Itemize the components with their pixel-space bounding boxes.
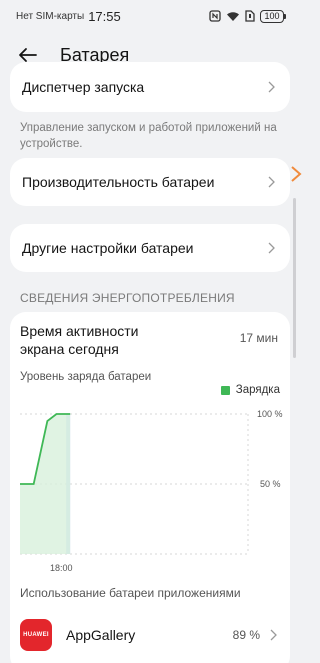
launch-manager-note: Управление запуском и работой приложений… bbox=[20, 122, 277, 150]
battery-level-label: Уровень заряда батареи bbox=[20, 371, 152, 383]
consumption-card: Время активности экрана сегодня 17 мин У… bbox=[10, 312, 290, 663]
scrollbar[interactable] bbox=[293, 198, 296, 358]
battery-performance-label: Производительность батареи bbox=[22, 174, 215, 190]
app-row-appgallery[interactable]: HUAWEI AppGallery 89 % bbox=[10, 614, 290, 656]
launch-manager-row[interactable]: Диспетчер запуска bbox=[10, 72, 290, 102]
other-settings-row[interactable]: Другие настройки батареи bbox=[10, 224, 290, 272]
appgallery-icon: HUAWEI bbox=[20, 619, 52, 651]
battery-performance-card: Производительность батареи bbox=[10, 158, 290, 206]
chevron-right-icon bbox=[268, 175, 278, 189]
y-tick-100: 100 % bbox=[257, 409, 283, 419]
battery-level-chart[interactable]: 100 % 50 % 18:00 bbox=[10, 404, 290, 576]
edge-handle-icon[interactable] bbox=[290, 165, 302, 183]
chevron-right-icon bbox=[268, 80, 278, 94]
launch-manager-card: Диспетчер запуска bbox=[10, 62, 290, 112]
other-settings-label: Другие настройки батареи bbox=[22, 240, 194, 256]
section-title: СВЕДЕНИЯ ЭНЕРГОПОТРЕБЛЕНИЯ bbox=[20, 291, 235, 305]
apps-title: Использование батареи приложениями bbox=[20, 586, 241, 600]
chevron-right-icon bbox=[270, 628, 280, 642]
chart-legend: Зарядка bbox=[220, 384, 280, 396]
legend-label: Зарядка bbox=[235, 384, 280, 396]
battery-performance-row[interactable]: Производительность батареи bbox=[10, 158, 290, 206]
chevron-right-icon bbox=[268, 241, 278, 255]
launch-manager-label: Диспетчер запуска bbox=[22, 79, 145, 95]
app-name: AppGallery bbox=[66, 627, 136, 643]
other-settings-card: Другие настройки батареи bbox=[10, 224, 290, 272]
y-tick-50: 50 % bbox=[260, 479, 281, 489]
x-tick-18: 18:00 bbox=[50, 563, 73, 573]
legend-swatch bbox=[220, 385, 230, 395]
screen-active-label: Время активности экрана сегодня bbox=[20, 323, 139, 357]
screen-active-value: 17 мин bbox=[239, 331, 278, 345]
settings-list: Диспетчер запуска Управление запуском и … bbox=[0, 0, 302, 663]
app-percent: 89 % bbox=[232, 628, 260, 642]
